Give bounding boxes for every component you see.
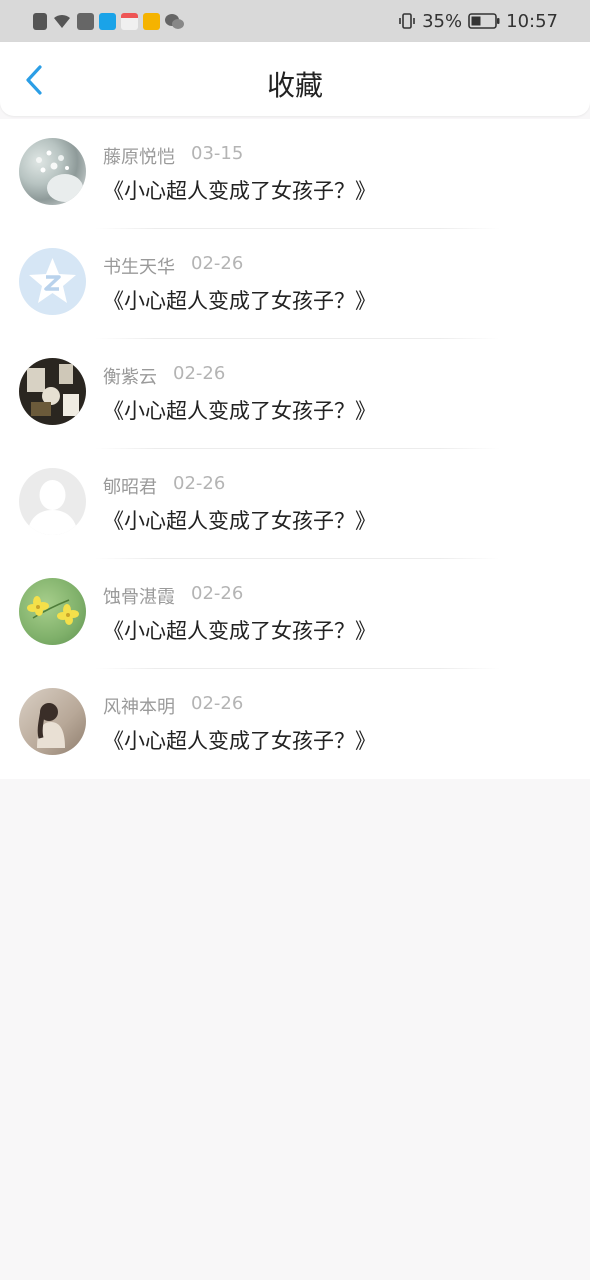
item-meta: 衡紫云 02-26 <box>103 363 225 389</box>
item-meta: 郇昭君 02-26 <box>103 473 225 499</box>
item-date: 02-26 <box>191 583 244 604</box>
list-item[interactable]: 风神本明 02-26 《小心超人变成了女孩子？》 <box>0 669 590 779</box>
calendar-icon <box>121 12 138 30</box>
wechat-icon <box>165 13 184 29</box>
author-name: 风神本明 <box>103 697 175 718</box>
vibrate-icon <box>399 13 415 29</box>
alert-icon <box>33 12 47 30</box>
item-date: 03-15 <box>191 143 244 164</box>
blank-person-avatar <box>19 468 86 535</box>
battery-percent: 35% <box>422 10 463 32</box>
list-item[interactable]: 藤原悦恺 03-15 《小心超人变成了女孩子？》 <box>0 119 590 229</box>
item-meta: 蚀骨湛霞 02-26 <box>103 583 243 609</box>
author-name: 藤原悦恺 <box>103 147 175 168</box>
item-meta: 藤原悦恺 03-15 <box>103 143 243 169</box>
list-item[interactable]: 郇昭君 02-26 《小心超人变成了女孩子？》 <box>0 449 590 559</box>
author-name: 郇昭君 <box>103 477 157 498</box>
clock: 10:57 <box>506 10 558 32</box>
notification-icons <box>33 12 184 30</box>
item-date: 02-26 <box>173 363 226 384</box>
search-app-icon <box>99 12 116 30</box>
battery-icon <box>468 13 500 29</box>
item-date: 02-26 <box>191 253 244 274</box>
system-status: 35% 10:57 <box>398 11 558 32</box>
author-name: 衡紫云 <box>103 367 157 388</box>
favorites-list: 藤原悦恺 03-15 《小心超人变成了女孩子？》 书生天华 02-26 《小心超… <box>0 119 590 779</box>
list-item[interactable]: 衡紫云 02-26 《小心超人变成了女孩子？》 <box>0 339 590 449</box>
status-bar: 35% 10:57 <box>0 0 590 42</box>
item-title: 《小心超人变成了女孩子？》 <box>103 509 376 533</box>
sitting-girl-avatar <box>19 688 86 755</box>
item-title: 《小心超人变成了女孩子？》 <box>103 399 376 423</box>
gallery-icon <box>77 12 94 30</box>
list-item[interactable]: 书生天华 02-26 《小心超人变成了女孩子？》 <box>0 229 590 339</box>
item-title: 《小心超人变成了女孩子？》 <box>103 179 376 203</box>
item-meta: 书生天华 02-26 <box>103 253 243 279</box>
item-date: 02-26 <box>191 693 244 714</box>
frost-plant-avatar <box>19 138 86 205</box>
default-z-avatar <box>19 248 86 315</box>
page-title: 收藏 <box>266 69 323 102</box>
shop-icon <box>143 12 160 30</box>
author-name: 蚀骨湛霞 <box>103 587 175 608</box>
author-name: 书生天华 <box>103 257 175 278</box>
item-title: 《小心超人变成了女孩子？》 <box>103 619 376 643</box>
item-meta: 风神本明 02-26 <box>103 693 243 719</box>
wifi-icon <box>54 14 70 28</box>
dark-photo-avatar <box>19 358 86 425</box>
item-title: 《小心超人变成了女孩子？》 <box>103 289 376 313</box>
list-item[interactable]: 蚀骨湛霞 02-26 《小心超人变成了女孩子？》 <box>0 559 590 669</box>
app-header: 收藏 <box>0 42 590 116</box>
yellow-flower-avatar <box>19 578 86 645</box>
item-date: 02-26 <box>173 473 226 494</box>
item-title: 《小心超人变成了女孩子？》 <box>103 729 376 753</box>
